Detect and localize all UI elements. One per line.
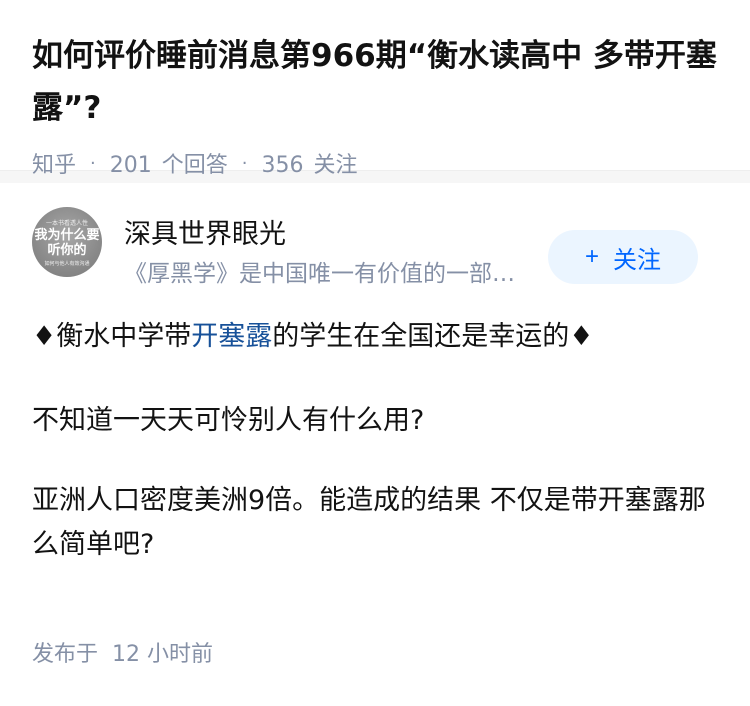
avatar-text-bottom: 如何与他人有效沟通	[44, 260, 90, 267]
follow-count-link[interactable]: 356 关注	[262, 147, 358, 179]
follow-count-label: 关注	[313, 153, 358, 178]
avatar-text-main: 我为什么要听你的	[34, 227, 100, 258]
answer-count: 201	[109, 153, 152, 178]
avatar-text-top: 一本书看透人性	[45, 219, 88, 227]
question-title[interactable]: 如何评价睡前消息第966期“衡水读高中 多带开塞露”?	[32, 30, 718, 134]
answer-paragraph: 不知道一天天可怜别人有什么用?	[32, 405, 425, 436]
author-info: 一本书看透人性 我为什么要听你的 如何与他人有效沟通 深具世界眼光 《厚黑学》是…	[0, 183, 750, 287]
follow-count: 356	[261, 153, 304, 178]
question-header: 如何评价睡前消息第966期“衡水读高中 多带开塞露”? 知乎 · 201 个回答 …	[0, 0, 750, 178]
answer-page: 如何评价睡前消息第966期“衡水读高中 多带开塞露”? 知乎 · 201 个回答 …	[0, 0, 750, 706]
follow-button-label: 关注	[613, 246, 661, 274]
source-label[interactable]: 知乎	[32, 147, 76, 179]
avatar[interactable]: 一本书看透人性 我为什么要听你的 如何与他人有效沟通	[32, 207, 102, 277]
answer-text: ♦衡水中学带	[32, 321, 192, 352]
answer-content: ♦衡水中学带开塞露的学生在全国还是幸运的♦ 不知道一天天可怜别人有什么用? 亚洲…	[0, 287, 750, 567]
post-time-label: 发布于	[32, 642, 99, 667]
answer-count-link[interactable]: 201 个回答	[110, 147, 228, 179]
follow-button[interactable]: + 关注	[548, 230, 698, 284]
author-bio: 《厚黑学》是中国唯一有价值的一部哲学	[124, 261, 536, 287]
author-name[interactable]: 深具世界眼光	[124, 217, 286, 253]
answer-text: 的学生在全国还是幸运的♦	[272, 321, 594, 352]
post-time: 发布于 12 小时前	[32, 636, 213, 668]
keyword-link[interactable]: 开塞露	[191, 321, 272, 352]
plus-icon: +	[584, 243, 599, 270]
answer-count-label: 个回答	[161, 153, 228, 178]
meta-separator: ·	[90, 152, 96, 174]
meta-separator: ·	[241, 152, 248, 174]
post-time-value: 12 小时前	[112, 642, 214, 667]
answer-paragraph: ♦衡水中学带开塞露的学生在全国还是幸运的♦	[32, 315, 718, 359]
answer-paragraph: 亚洲人口密度美洲9倍。能造成的结果 不仅是带开塞露那么简单吧?	[32, 485, 706, 560]
